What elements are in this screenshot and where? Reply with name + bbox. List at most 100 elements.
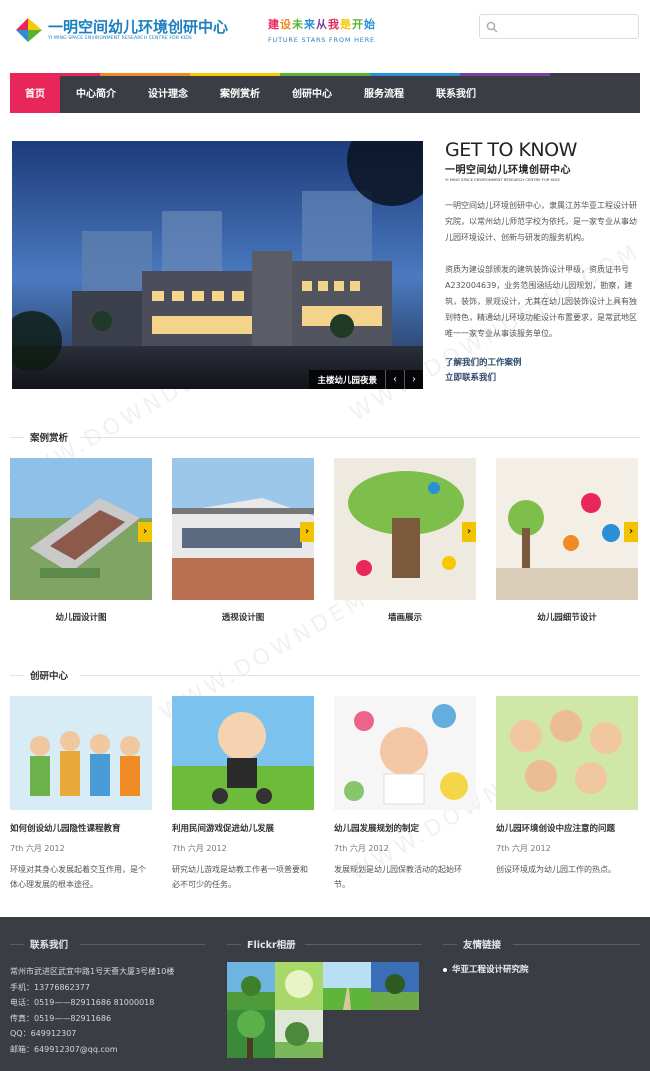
logo-icon (16, 18, 42, 42)
case-card-image[interactable]: › (496, 458, 638, 600)
flickr-thumb[interactable] (371, 962, 419, 1010)
flickr-photo (227, 962, 275, 1010)
links-heading-label: 友情链接 (463, 940, 502, 951)
research-card-image[interactable] (172, 696, 314, 810)
contact-phone: 电话：0519——82911686 81000018 (10, 998, 155, 1007)
case-card-image[interactable]: › (172, 458, 314, 600)
site-logo[interactable]: 一明空间幼儿环境创研中心 YI MING SPACE ENVIRONMENT R… (14, 14, 228, 48)
hero-image (12, 141, 423, 389)
divider (10, 944, 24, 945)
research-date: 7th 六月 2012 (172, 844, 227, 853)
slogan-char: 来 (304, 18, 316, 31)
slogan-char: 从 (316, 18, 328, 31)
link-contact-us[interactable]: 立即联系我们 (445, 371, 496, 383)
hero-slider[interactable]: 主楼幼儿园夜景 ‹ › (12, 141, 423, 389)
hero-next-button[interactable]: › (404, 370, 423, 389)
cases-heading-label: 案例赏析 (30, 433, 69, 444)
research-date: 7th 六月 2012 (496, 844, 551, 853)
search-box[interactable] (479, 14, 639, 39)
search-icon[interactable] (486, 21, 498, 33)
case-label[interactable]: 幼儿园设计图 (10, 611, 152, 623)
slogan-english: FUTURE STARS FROM HERE (268, 36, 375, 44)
research-title[interactable]: 利用民间游戏促进幼儿发展 (172, 822, 322, 834)
nav-item[interactable]: 案例赏析 (204, 76, 276, 113)
research-title[interactable]: 如何创设幼儿园隐性课程教育 (10, 822, 160, 834)
main-nav: 首页 中心简介 设计理念 案例赏析 创研中心 服务流程 联系我们 (10, 73, 640, 113)
slogan-char: 是 (340, 18, 352, 31)
friend-link[interactable]: 华亚工程设计研究院 (443, 963, 529, 975)
header: 一明空间幼儿环境创研中心 YI MING SPACE ENVIRONMENT R… (0, 0, 650, 72)
slogan-char: 未 (292, 18, 304, 31)
contact-email[interactable]: 邮箱：649912307@qq.com (10, 1042, 174, 1058)
divider (80, 437, 640, 438)
get-to-know-subtitle-en: YI MING SPACE ENVIRONMENT RESEARCH CENTR… (445, 177, 560, 182)
friend-links: 华亚工程设计研究院 (443, 963, 529, 975)
flickr-thumb[interactable] (227, 962, 275, 1010)
case-arrow-button[interactable]: › (462, 522, 476, 542)
intro-paragraph-2: 资质为建设部颁发的建筑装饰设计甲级，资质证书号 A232004639，业务范围涵… (445, 265, 637, 338)
flickr-thumb[interactable] (323, 962, 371, 1010)
research-date: 7th 六月 2012 (334, 844, 389, 853)
divider (305, 944, 422, 945)
divider (10, 437, 24, 438)
case-arrow-button[interactable]: › (300, 522, 314, 542)
contact-fax: 传真：0519——82911686 (10, 1013, 112, 1023)
research-card-image[interactable] (334, 696, 476, 810)
case-image-campus (10, 458, 152, 600)
research-description: 研究幼儿游戏是幼教工作者一项普要和必不可少的任务。 (172, 865, 308, 889)
case-label[interactable]: 墙画展示 (334, 611, 476, 623)
slogan-chinese: 建设未来 从我是开始 (268, 16, 398, 32)
nav-item[interactable]: 联系我们 (420, 76, 492, 113)
divider (10, 675, 24, 676)
flickr-thumb[interactable] (275, 1010, 323, 1058)
flickr-thumb[interactable] (275, 962, 323, 1010)
research-description: 环境对其身心发展起着交互作用，是个体心理发展的根本途径。 (10, 865, 146, 889)
research-image-children (10, 696, 152, 810)
nav-item[interactable]: 服务流程 (348, 76, 420, 113)
flickr-photo (275, 962, 323, 1010)
link-our-cases[interactable]: 了解我们的工作案例 (445, 356, 522, 368)
case-arrow-button[interactable]: › (138, 522, 152, 542)
contact-address: 常州市武进区武宜中路1号天薈大厦3号楼10楼 (10, 967, 175, 976)
research-description: 发展规划是幼儿园保教活动的起始环节。 (334, 865, 462, 889)
nav-item[interactable]: 设计理念 (132, 76, 204, 113)
flickr-photo (275, 1010, 323, 1058)
flickr-heading: Flickr相册 (227, 937, 422, 951)
case-image-perspective (172, 458, 314, 600)
case-label[interactable]: 透视设计图 (172, 611, 314, 623)
contact-mobile: 手机：13776862377 (10, 982, 90, 992)
slogan-char: 我 (328, 18, 340, 31)
divider (443, 944, 457, 945)
hero-prev-button[interactable]: ‹ (385, 370, 404, 389)
slogan-char: 开 (352, 18, 364, 31)
case-card-image[interactable]: › (334, 458, 476, 600)
search-input[interactable] (502, 18, 632, 35)
hero-caption-bar: 主楼幼儿园夜景 ‹ › (309, 370, 423, 389)
get-to-know-title: GET TO KNOW (445, 139, 577, 161)
research-card-image[interactable] (10, 696, 152, 810)
case-card-image[interactable]: › (10, 458, 152, 600)
research-title[interactable]: 幼儿园环境创设中应注意的问题 (496, 822, 646, 834)
research-title[interactable]: 幼儿园发展规划的制定 (334, 822, 484, 834)
research-card-image[interactable] (496, 696, 638, 810)
friend-link-label: 华亚工程设计研究院 (452, 965, 529, 975)
nav-item[interactable]: 创研中心 (276, 76, 348, 113)
research-heading-label: 创研中心 (30, 671, 69, 682)
nav-item[interactable]: 首页 (10, 76, 60, 113)
flickr-heading-label: Flickr相册 (247, 940, 296, 951)
divider (80, 944, 205, 945)
contact-info: 常州市武进区武宜中路1号天薈大厦3号楼10楼 手机：13776862377 电话… (10, 964, 174, 1057)
contact-heading: 联系我们 (10, 937, 205, 951)
divider (513, 944, 640, 945)
intro-paragraph-1: 一明空间幼儿环境创研中心，隶属江苏华亚工程设计研究院，以常州幼儿师范学校为依托，… (445, 201, 637, 242)
case-label[interactable]: 幼儿园细节设计 (496, 611, 638, 623)
flickr-thumb[interactable] (227, 1010, 275, 1058)
get-to-know-block: GET TO KNOW 一明空间幼儿环境创研中心 YI MING SPACE E… (445, 140, 640, 182)
nav-color-segment (550, 73, 640, 76)
slogan-char: 始 (364, 18, 376, 31)
nav-item[interactable]: 中心简介 (60, 76, 132, 113)
case-arrow-button[interactable]: › (624, 522, 638, 542)
divider (227, 944, 241, 945)
research-heading: 创研中心 (10, 668, 640, 682)
logo-subtitle: YI MING SPACE ENVIRONMENT RESEARCH CENTR… (48, 36, 192, 41)
